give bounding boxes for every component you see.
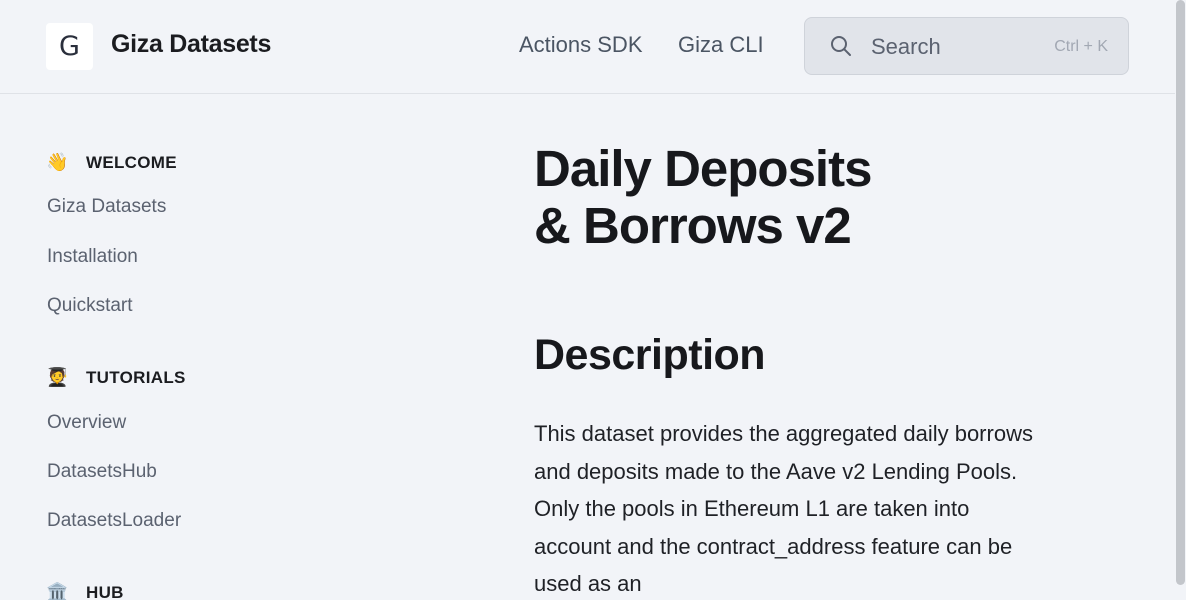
brand-title[interactable]: Giza Datasets	[111, 30, 271, 59]
sidebar-section-title: WELCOME	[86, 152, 177, 172]
search-placeholder: Search	[871, 34, 941, 59]
sidebar-item-datasetsloader[interactable]: DatasetsLoader	[47, 510, 181, 532]
sidebar-item-giza-datasets[interactable]: Giza Datasets	[47, 196, 166, 218]
sidebar-section-title: HUB	[86, 582, 124, 600]
student-icon: 🧑‍🎓	[46, 367, 69, 388]
sidebar-section-tutorials: 🧑‍🎓 TUTORIALS	[46, 367, 186, 388]
sidebar-item-overview[interactable]: Overview	[47, 412, 126, 434]
waving-hand-icon: 👋	[46, 152, 69, 173]
sidebar-section-title: TUTORIALS	[86, 367, 186, 387]
search-button[interactable]: Search Ctrl + K	[804, 17, 1129, 75]
page-title-line-2: & Borrows v2	[534, 197, 852, 254]
nav-link-actions-sdk[interactable]: Actions SDK	[519, 32, 643, 58]
top-header: G Giza Datasets Actions SDK Giza CLI Sea…	[0, 0, 1175, 94]
description-paragraph: This dataset provides the aggregated dai…	[534, 421, 1033, 597]
sidebar-item-installation[interactable]: Installation	[47, 246, 138, 268]
sidebar-item-quickstart[interactable]: Quickstart	[47, 295, 133, 317]
sidebar-section-welcome: 👋 WELCOME	[46, 152, 177, 173]
scrollbar-thumb[interactable]	[1176, 0, 1185, 585]
sidebar-item-datasetshub[interactable]: DatasetsHub	[47, 461, 157, 483]
section-heading-description: Description	[534, 331, 766, 379]
classical-building-icon: 🏛️	[46, 582, 69, 600]
giza-logo[interactable]: G	[46, 23, 93, 70]
page-title: Daily Deposits & Borrows v2	[534, 140, 1054, 254]
search-shortcut: Ctrl + K	[1054, 38, 1108, 55]
nav-link-giza-cli[interactable]: Giza CLI	[678, 32, 764, 58]
page-title-line-1: Daily Deposits	[534, 140, 872, 197]
search-icon	[831, 36, 851, 56]
sidebar-section-hub: 🏛️ HUB	[46, 582, 124, 600]
